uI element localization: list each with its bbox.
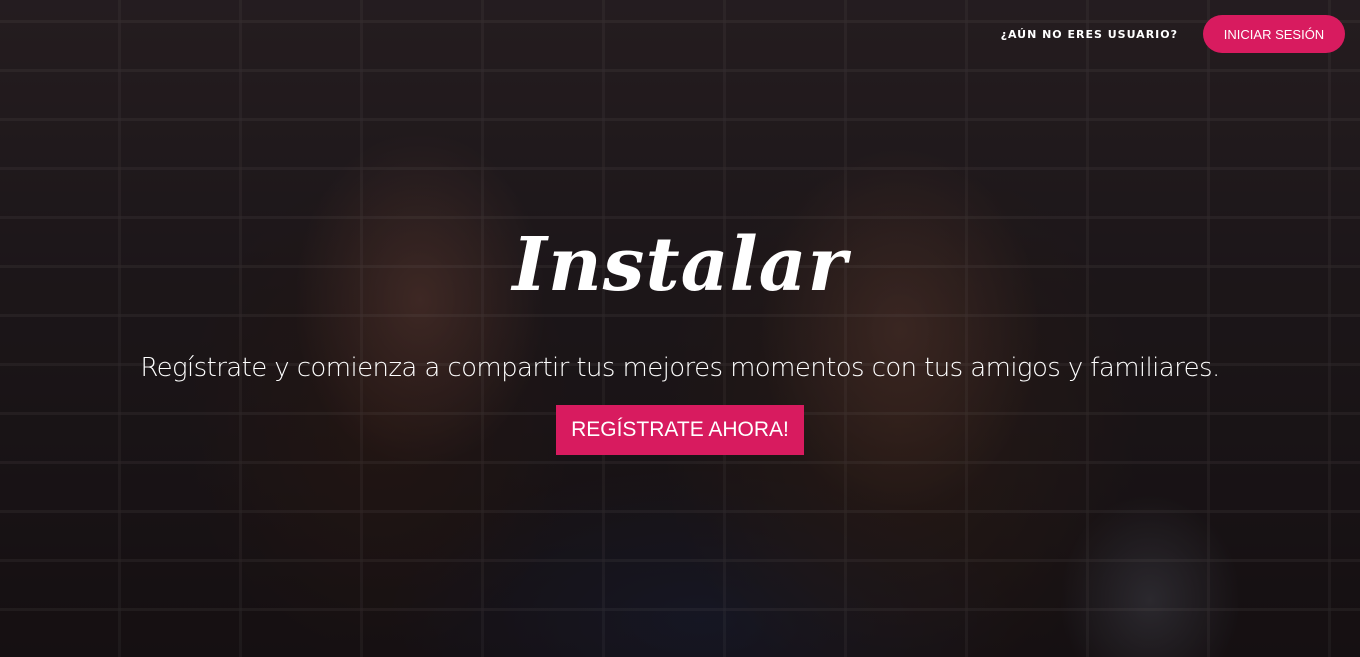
top-navigation: ¿AÚN NO ERES USUARIO? INICIAR SESIÓN xyxy=(1001,15,1345,53)
hero-tagline: Regístrate y comienza a compartir tus me… xyxy=(140,353,1220,383)
brand-logo: Instalar xyxy=(512,222,848,308)
login-button[interactable]: INICIAR SESIÓN xyxy=(1203,15,1345,53)
hero-section: ¿AÚN NO ERES USUARIO? INICIAR SESIÓN Ins… xyxy=(0,0,1360,657)
not-user-link[interactable]: ¿AÚN NO ERES USUARIO? xyxy=(1001,28,1178,41)
register-now-button[interactable]: REGÍSTRATE AHORA! xyxy=(556,405,804,455)
hero-content: Instalar Regístrate y comienza a compart… xyxy=(0,215,1360,455)
